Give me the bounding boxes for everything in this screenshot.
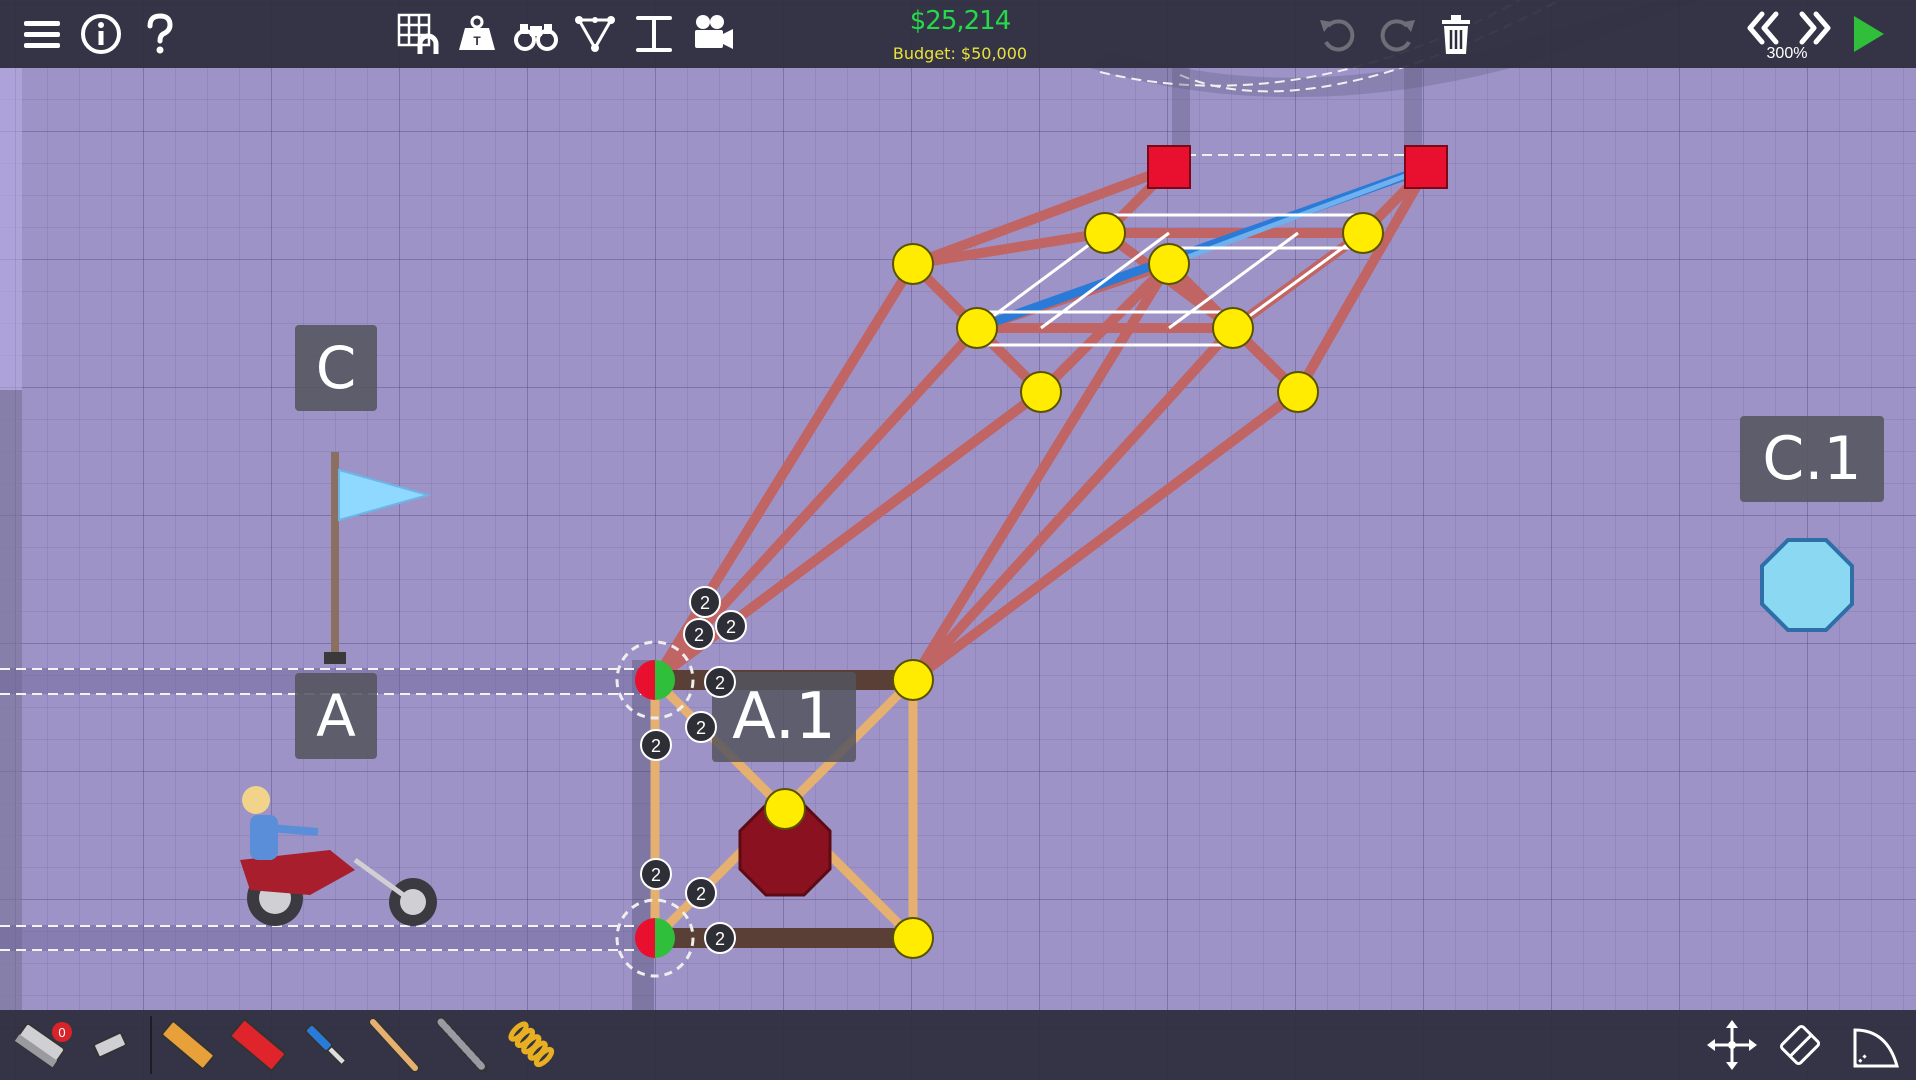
checkpoint-flag: [324, 452, 432, 664]
svg-text:2: 2: [696, 718, 706, 738]
play-icon[interactable]: [1840, 8, 1892, 60]
label-c1: C.1: [1740, 416, 1884, 502]
joint[interactable]: [1020, 371, 1062, 413]
label-c: C: [295, 325, 377, 411]
build-canvas[interactable]: 2 2 2 2 2 2 2 2 2: [0, 0, 1916, 1080]
label-a1: A.1: [732, 680, 836, 754]
connection-badge: 2: [685, 877, 717, 909]
steel-beam: [650, 259, 918, 685]
trash-icon[interactable]: [1430, 8, 1482, 60]
connection-badge: 2: [704, 922, 736, 954]
flag-pole: [331, 452, 339, 662]
joint[interactable]: [764, 788, 806, 830]
help-icon[interactable]: [134, 8, 186, 60]
label-a: A: [295, 673, 377, 759]
top-toolbar: T $25,214 Budget: $50,000 300%: [0, 0, 1916, 68]
svg-text:2: 2: [651, 865, 661, 885]
flag-cloth: [338, 468, 432, 522]
steel-beam: [908, 323, 1238, 685]
material-count-badge: 0: [52, 1022, 72, 1042]
undo-icon[interactable]: [1312, 8, 1364, 60]
steel-beam: [908, 387, 1303, 685]
hydraulic-icon[interactable]: [296, 1014, 356, 1076]
left-edge-shadow: [0, 390, 22, 1010]
redo-icon[interactable]: [1371, 8, 1423, 60]
wood-beam-icon[interactable]: [364, 1014, 424, 1076]
anchor-joint[interactable]: [1404, 145, 1448, 189]
rider-head: [242, 786, 270, 814]
wood-plank-icon[interactable]: [158, 1014, 218, 1076]
road-left-lower: [0, 925, 650, 951]
binoculars-icon[interactable]: [510, 8, 562, 60]
shape-icon[interactable]: [1846, 1014, 1906, 1076]
joint[interactable]: [1342, 212, 1384, 254]
current-cost: $25,214: [909, 6, 1012, 36]
weight-icon[interactable]: T: [451, 8, 503, 60]
rider-body: [250, 815, 278, 860]
connection-badge: 2: [683, 618, 715, 650]
svg-text:2: 2: [726, 617, 736, 637]
svg-text:T: T: [473, 34, 481, 48]
svg-text:2: 2: [694, 625, 704, 645]
grid-magnet-icon[interactable]: [392, 8, 444, 60]
budget-label: Budget: $50,000: [892, 44, 1028, 63]
connection-badge: 2: [715, 610, 747, 642]
eraser-icon[interactable]: [80, 1014, 140, 1076]
target-octagon: [1760, 538, 1854, 632]
speed-label: 300%: [1766, 45, 1808, 62]
joint[interactable]: [892, 243, 934, 285]
connection-badge: 2: [640, 858, 672, 890]
measure-icon[interactable]: [628, 8, 680, 60]
svg-text:2: 2: [700, 593, 710, 613]
svg-text:2: 2: [651, 736, 661, 756]
joint[interactable]: [956, 307, 998, 349]
toolbar-separator: [150, 1016, 152, 1074]
joint[interactable]: [1277, 371, 1319, 413]
rider-arm: [269, 824, 319, 836]
joint[interactable]: [892, 917, 934, 959]
steel-beams: [650, 163, 1432, 685]
connection-badge: 2: [640, 729, 672, 761]
steel-beam: [1293, 163, 1432, 397]
flag-base: [324, 652, 346, 664]
steel-beam-icon[interactable]: [432, 1014, 492, 1076]
connection-badge: 2: [689, 586, 721, 618]
joint[interactable]: [1148, 243, 1190, 285]
info-icon[interactable]: [75, 8, 127, 60]
anchor-joint[interactable]: [1147, 145, 1191, 189]
motorcycle-vehicle: [240, 786, 437, 926]
svg-text:2: 2: [696, 884, 706, 904]
spring-icon[interactable]: [502, 1014, 562, 1076]
svg-text:2: 2: [715, 929, 725, 949]
joint[interactable]: [1084, 212, 1126, 254]
menu-icon[interactable]: [16, 8, 68, 60]
eraser-icon[interactable]: [1770, 1014, 1830, 1076]
reinforced-road-icon[interactable]: [228, 1014, 288, 1076]
joint[interactable]: [1212, 307, 1254, 349]
camera-icon[interactable]: [687, 8, 739, 60]
triangle-nodes-icon[interactable]: [569, 8, 621, 60]
joint[interactable]: [892, 659, 934, 701]
move-icon[interactable]: [1702, 1014, 1762, 1076]
